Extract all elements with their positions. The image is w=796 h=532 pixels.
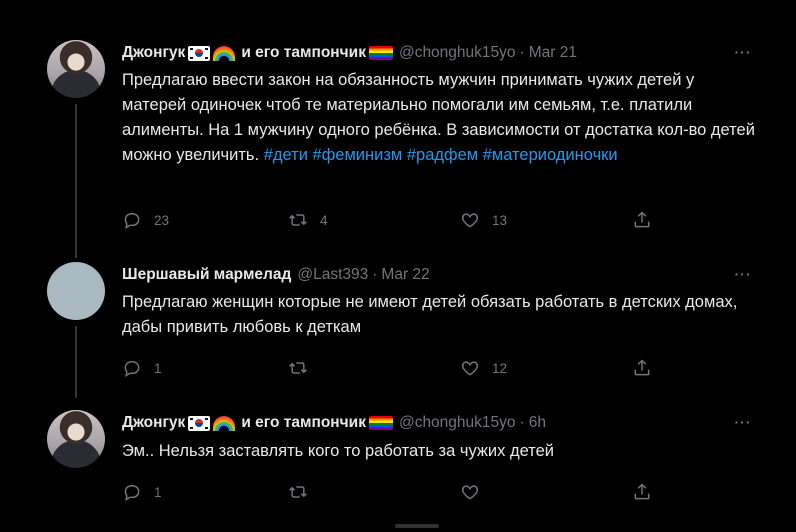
- retweet-count: 4: [320, 212, 328, 228]
- reply-count: 1: [154, 360, 162, 376]
- separator-dot: ·: [519, 414, 525, 431]
- tweet-date[interactable]: Mar 21: [529, 42, 577, 64]
- retweet-icon: [289, 362, 307, 374]
- tweet-body: Эм.. Нельзя заставлять кого то работать …: [122, 442, 554, 460]
- retweet-button[interactable]: 4: [288, 208, 328, 232]
- reply-icon: [124, 212, 140, 229]
- user-handle[interactable]: @chonghuk15yo: [399, 412, 516, 434]
- tweet-header: Джонгук и его тампончик @chonghuk15yo · …: [122, 42, 577, 64]
- scroll-indicator: [395, 524, 439, 528]
- tweet-text: Эм.. Нельзя заставлять кого то работать …: [122, 439, 762, 464]
- separator-dot: ·: [519, 44, 525, 61]
- display-name-suffix[interactable]: и его тампончик: [241, 412, 366, 434]
- display-name[interactable]: Шершавый мармелад: [122, 264, 291, 286]
- like-icon: [461, 485, 479, 500]
- tweet-actions: 23 4 13: [122, 208, 682, 232]
- korea-flag-icon: [188, 415, 211, 431]
- tweet-body: Предлагаю женщин которые не имеют детей …: [122, 293, 738, 336]
- more-options-button[interactable]: ···: [732, 44, 754, 60]
- display-name[interactable]: Джонгук: [122, 412, 185, 434]
- rainbow-icon: [213, 415, 236, 431]
- share-button[interactable]: [632, 356, 652, 380]
- hashtag-link[interactable]: #феминизм: [313, 146, 403, 164]
- korea-flag-icon: [188, 45, 211, 61]
- share-icon: [634, 483, 650, 500]
- user-handle[interactable]: @Last393: [297, 264, 368, 286]
- tweet-date[interactable]: 6h: [529, 412, 546, 434]
- tweet-actions: 1: [122, 480, 682, 504]
- display-name-suffix[interactable]: и его тампончик: [241, 42, 366, 64]
- retweet-icon: [289, 214, 307, 226]
- retweet-button[interactable]: [288, 356, 320, 380]
- hashtag-link[interactable]: #материодиночки: [483, 146, 618, 164]
- user-handle[interactable]: @chonghuk15yo: [399, 42, 516, 64]
- more-options-button[interactable]: ···: [732, 414, 754, 430]
- tweet-text: Предлагаю женщин которые не имеют детей …: [122, 290, 762, 340]
- share-icon: [634, 359, 650, 376]
- thread-connector-line: [75, 104, 77, 258]
- reply-button[interactable]: 23: [122, 208, 169, 232]
- like-count: 13: [492, 212, 508, 228]
- tweet-actions: 1 12: [122, 356, 682, 380]
- tweet-text: Предлагаю ввести закон на обязанность му…: [122, 68, 762, 168]
- reply-icon: [124, 484, 140, 501]
- reply-button[interactable]: 1: [122, 480, 162, 504]
- tweet-header: Шершавый мармелад @Last393 · Mar 22: [122, 264, 430, 286]
- thread-connector-line: [75, 326, 77, 398]
- avatar[interactable]: [47, 262, 105, 320]
- retweet-button[interactable]: [288, 480, 320, 504]
- reply-count: 1: [154, 484, 162, 500]
- share-icon: [634, 211, 650, 228]
- tweet-date[interactable]: Mar 22: [381, 264, 429, 286]
- hashtag-link[interactable]: #дети: [264, 146, 308, 164]
- avatar[interactable]: [47, 40, 105, 98]
- avatar[interactable]: [47, 410, 105, 468]
- rainbow-icon: [213, 45, 236, 61]
- like-button[interactable]: [460, 480, 492, 504]
- like-icon: [461, 213, 479, 228]
- pride-flag-icon: [368, 416, 393, 430]
- like-count: 12: [492, 360, 508, 376]
- more-options-button[interactable]: ···: [732, 266, 754, 282]
- reply-button[interactable]: 1: [122, 356, 162, 380]
- share-button[interactable]: [632, 480, 652, 504]
- share-button[interactable]: [632, 208, 652, 232]
- like-button[interactable]: 12: [460, 356, 507, 380]
- retweet-icon: [289, 486, 307, 498]
- display-name[interactable]: Джонгук: [122, 42, 185, 64]
- tweet-header: Джонгук и его тампончик @chonghuk15yo · …: [122, 412, 546, 434]
- hashtag-link[interactable]: #радфем: [407, 146, 478, 164]
- like-button[interactable]: 13: [460, 208, 507, 232]
- reply-icon: [124, 360, 140, 377]
- reply-count: 23: [154, 212, 170, 228]
- separator-dot: ·: [372, 266, 378, 283]
- pride-flag-icon: [368, 46, 393, 60]
- like-icon: [461, 361, 479, 376]
